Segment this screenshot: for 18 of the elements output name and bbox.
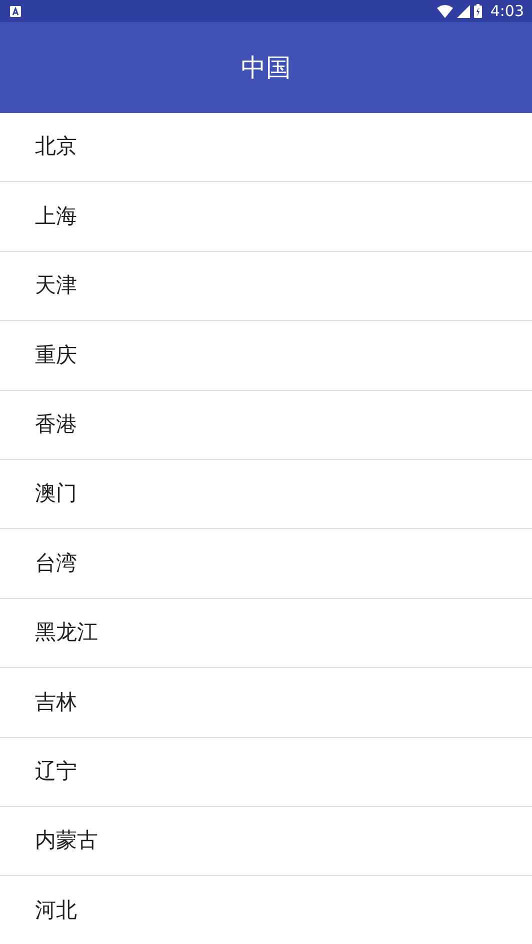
notification-icon [10,6,21,16]
province-list-item[interactable]: 天津 [0,252,532,322]
province-list-item[interactable]: 辽宁 [0,738,532,807]
province-list-item[interactable]: 上海 [0,182,532,252]
province-list-item[interactable]: 北京 [0,113,532,182]
app-title: 中国 [241,52,291,84]
province-list-item[interactable]: 台湾 [0,529,532,599]
clock-time: 4:03 [490,4,524,18]
province-list-item[interactable]: 香港 [0,390,532,460]
province-list-item[interactable]: 吉林 [0,668,532,738]
signal-icon [457,4,470,18]
province-list-item[interactable]: 黑龙江 [0,598,532,668]
wifi-icon [437,4,454,18]
province-list-item[interactable]: 澳门 [0,460,532,530]
province-list-item[interactable]: 内蒙古 [0,806,532,876]
battery-icon [474,4,482,18]
province-list-item[interactable]: 重庆 [0,321,532,391]
province-list-item[interactable]: 河北 [0,876,532,944]
